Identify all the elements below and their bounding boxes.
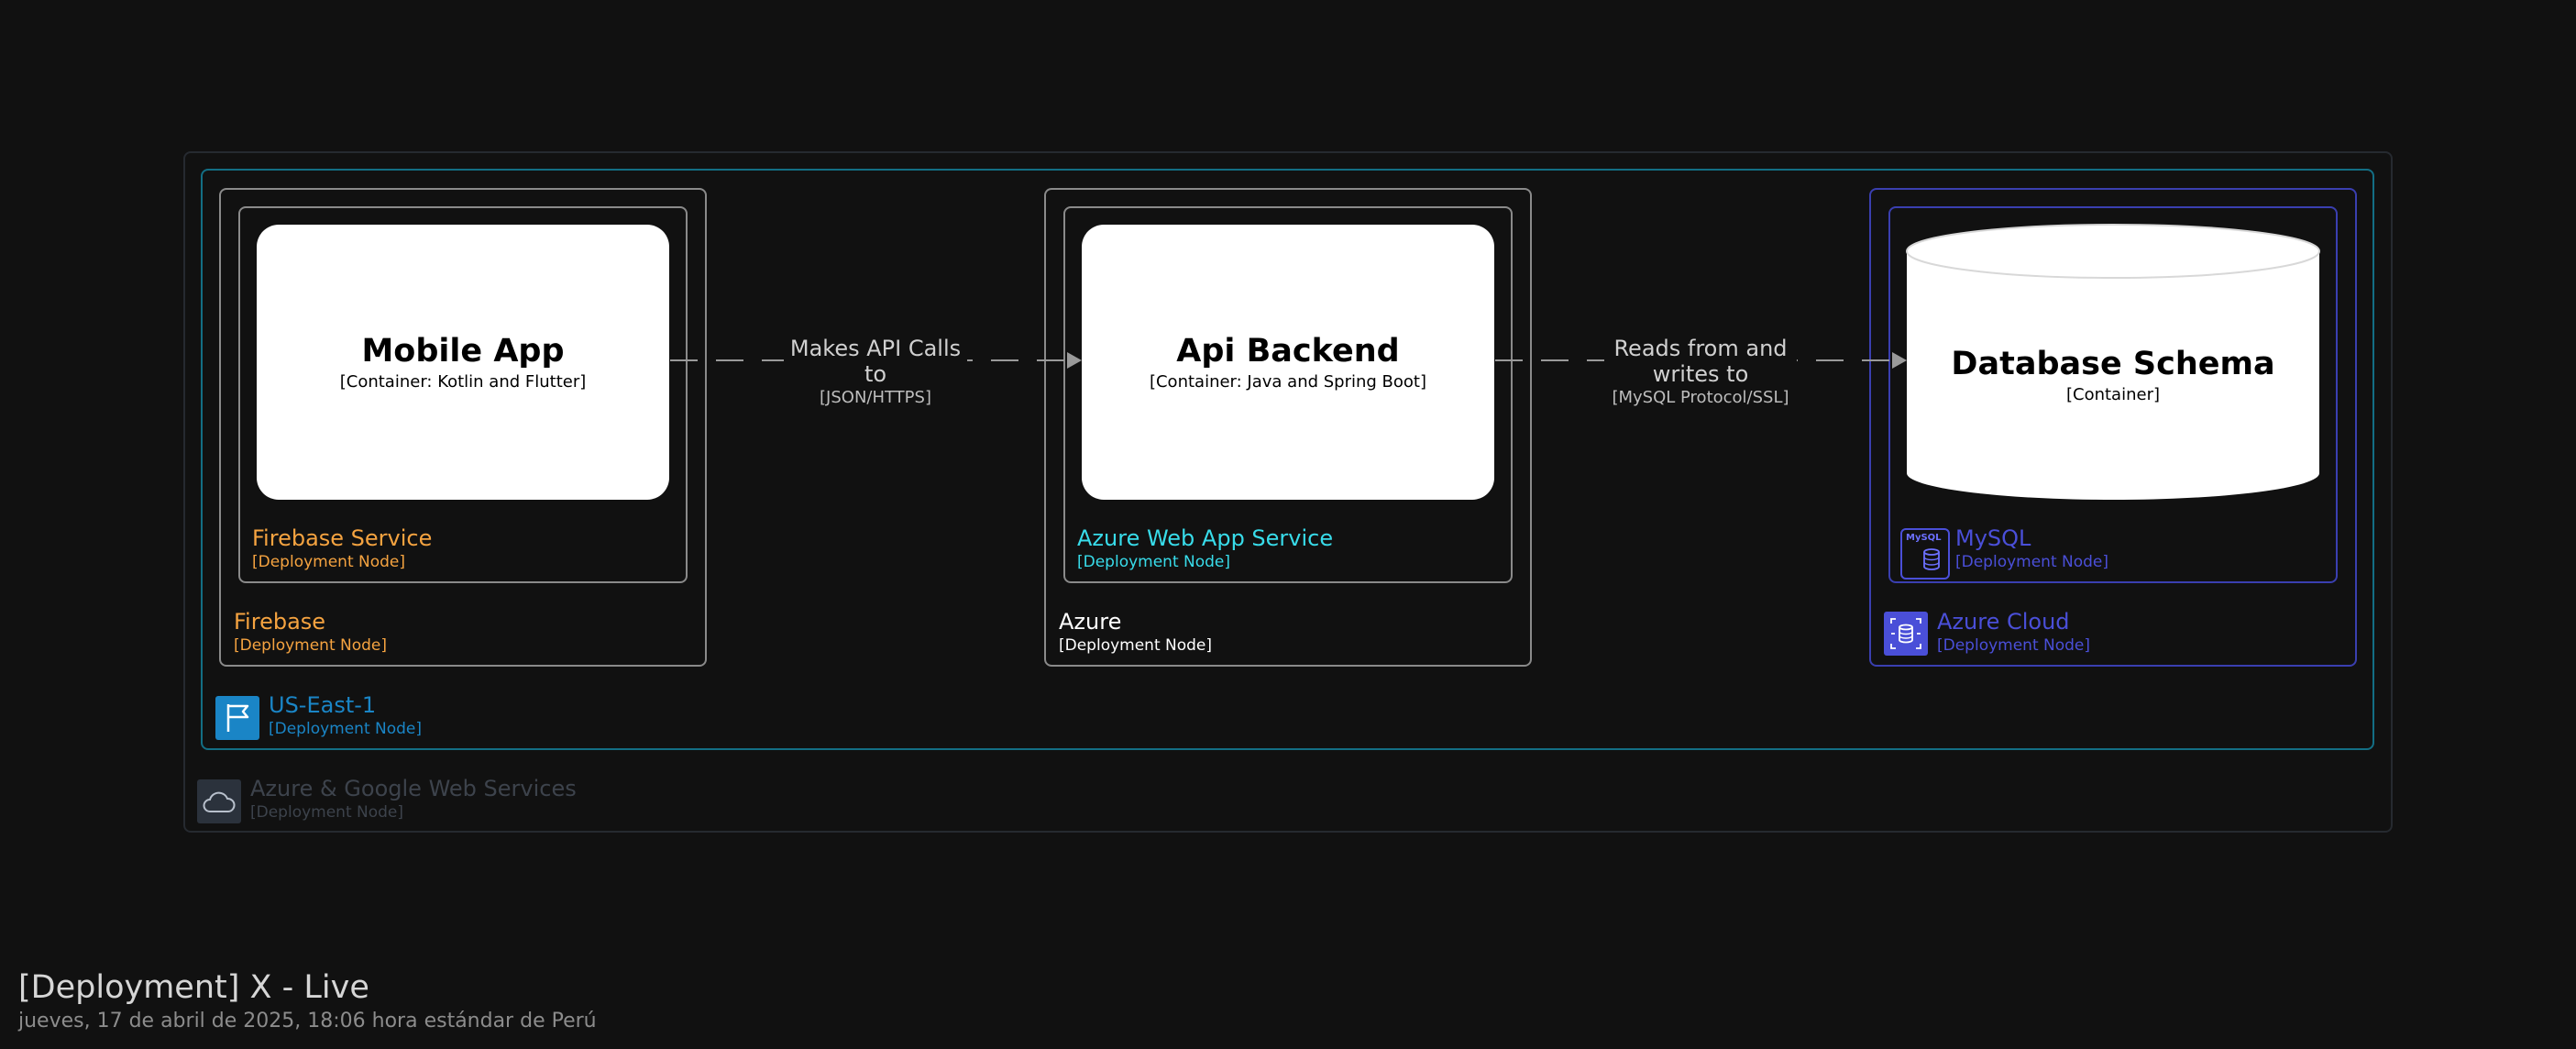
arrowhead-app-to-api (1067, 352, 1082, 369)
relationship-edges (670, 352, 1907, 369)
relation-app-to-api-protocol: [JSON/HTTPS] (820, 388, 931, 407)
relation-app-to-api-description-1: Makes API Calls (789, 336, 962, 361)
arrowhead-api-to-db (1892, 352, 1907, 369)
relation-api-to-db-description-2: writes to (1652, 361, 1749, 387)
diagram-title: [Deployment] X - Live (18, 969, 369, 1006)
relation-api-to-db-description-1: Reads from and (1613, 336, 1788, 361)
relation-app-to-api-description-2: to (864, 361, 887, 387)
diagram-date: jueves, 17 de abril de 2025, 18:06 hora … (18, 1010, 597, 1032)
relation-api-to-db-label: Reads from and writes to [MySQL Protocol… (1604, 336, 1797, 409)
relation-api-to-db-protocol: [MySQL Protocol/SSL] (1612, 388, 1789, 407)
relation-app-to-api-label: Makes API Calls to [JSON/HTTPS] (784, 336, 967, 409)
